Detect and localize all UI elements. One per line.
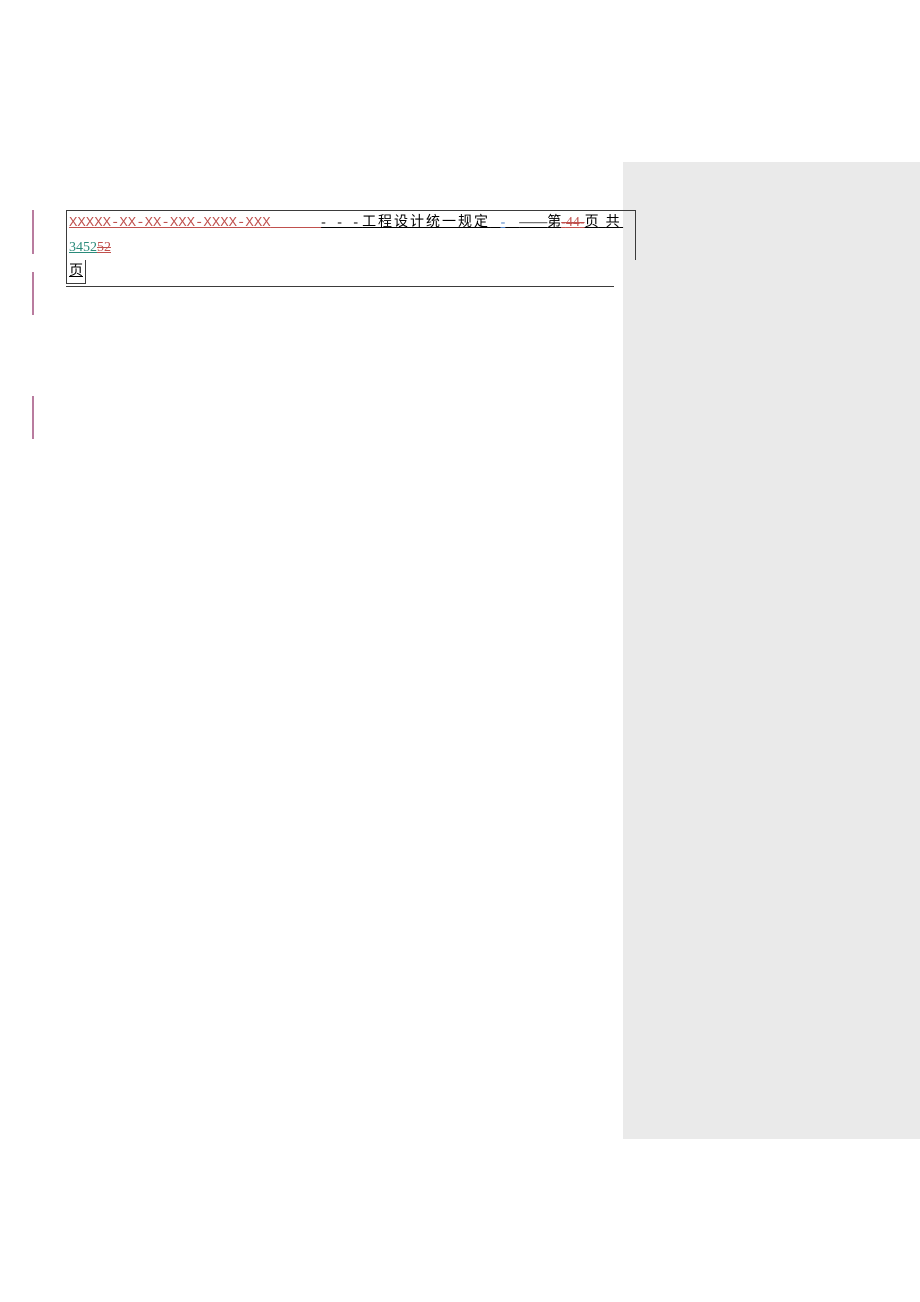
page-suffix: 页 <box>69 264 83 279</box>
spacer <box>271 212 321 236</box>
page-prefix: 第 <box>547 211 561 235</box>
dashes: - - - <box>321 211 362 235</box>
inserted-total: 3452 <box>69 236 97 260</box>
deleted-total: 52 <box>97 236 111 260</box>
header-underline <box>66 286 614 287</box>
spacer <box>620 211 624 235</box>
header-line-1: XXXXX-XX-XX-XXX-XXXX-XXX - - - 工程设计统一规定 … <box>66 210 636 260</box>
revision-marker <box>32 396 34 439</box>
comments-pane <box>623 162 920 1139</box>
total-label: 共 <box>606 211 620 235</box>
long-dash: —— <box>519 211 547 235</box>
header-line-2: 页 <box>66 260 86 285</box>
revision-marker <box>32 272 34 315</box>
doc-title: 工程设计统一规定 <box>362 211 490 235</box>
spacer <box>599 211 606 235</box>
spacer <box>505 211 519 235</box>
document-header: XXXXX-XX-XX-XXX-XXXX-XXX - - - 工程设计统一规定 … <box>66 210 636 287</box>
deleted-page-num: 44 <box>566 211 580 235</box>
page-suffix: 页 <box>585 211 599 235</box>
doc-code: XXXXX-XX-XX-XXX-XXXX-XXX <box>69 212 271 236</box>
revision-marker <box>32 210 34 254</box>
spacer <box>490 211 501 235</box>
